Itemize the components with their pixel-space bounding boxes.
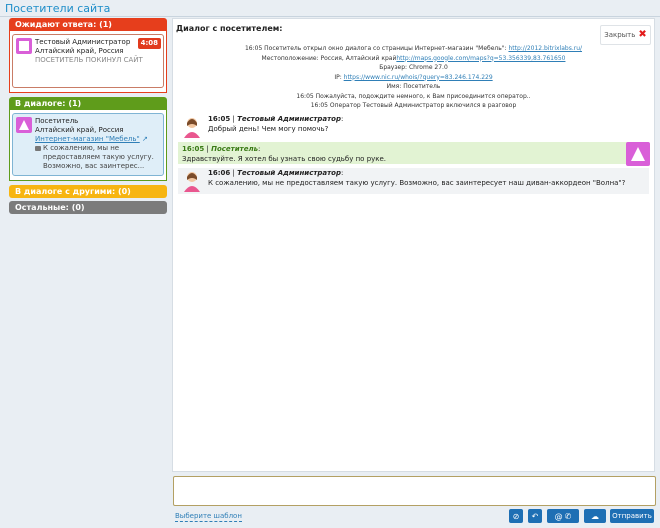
cloud-upload-icon: ☁ [591,511,599,521]
message-text: Добрый день! Чем могу помочь? [208,125,329,133]
group-header-rest[interactable]: Остальные: (0) [9,201,167,214]
group-label-waiting: Ожидают ответа: [15,20,97,29]
message-author: Посетитель [211,145,258,153]
card-snippet-text: К сожалению, мы не предоставляем такую у… [43,144,154,170]
chat-bubble-icon [35,146,41,151]
block-icon: ⊘ [512,511,520,521]
visitor-card-active[interactable]: Посетитель Алтайский край, Россия Интерн… [12,113,164,176]
page-title: Посетители сайта [5,2,111,15]
close-icon: ✖ [638,29,647,40]
visitor-avatar-triangle-icon [16,117,32,133]
group-label-in-dialog: В диалоге: [15,99,66,108]
card-site-link[interactable]: Интернет-магазин "Мебель" [35,135,140,143]
operator-avatar-icon [184,172,200,192]
message-author: Тестовый Администратор [237,115,342,123]
message-time: 16:05 [182,145,205,153]
upload-button[interactable]: ☁ [584,509,606,523]
card-visitor-name: Посетитель [35,117,79,125]
group-header-waiting[interactable]: Ожидают ответа: (1) [9,18,167,31]
send-button[interactable]: Отправить [610,509,654,523]
source-page-link[interactable]: http://2012.bitrixlabs.ru/ [508,45,582,52]
system-browser: Браузер: Chrome 27.0 [379,64,448,71]
system-text: IP: [334,73,344,81]
message-head: 16:05 | Тестовый Администратор: [208,115,344,123]
send-label: Отправить [612,512,652,520]
card-status: ПОСЕТИТЕЛЬ ПОКИНУЛ САЙТ [35,56,143,64]
group-header-others[interactable]: В диалоге с другими: (0) [9,185,167,198]
header-divider [0,16,660,17]
visitors-panel: Ожидают ответа: (1) 4:08 Тестовый Админи… [9,18,167,214]
choose-template-link[interactable]: Выберите шаблон [175,512,242,522]
visitor-avatar-triangle-icon [626,142,650,166]
whois-link[interactable]: https://www.nic.ru/whois/?query=83.246.1… [344,74,493,81]
message-text: К сожалению, мы не предоставляем такую у… [208,179,626,187]
group-body-in-dialog: Посетитель Алтайский край, Россия Интерн… [9,110,167,181]
close-label: Закрыть [604,31,636,39]
email-icon: @ [554,511,563,521]
system-text: 16:05 Посетитель открыл окно диалога со … [244,45,509,52]
contact-button[interactable]: @ ✆ [547,509,579,523]
operator-avatar-icon [184,118,200,138]
external-link-icon[interactable]: ↗ [142,135,148,143]
group-label-others: В диалоге с другими: [15,187,116,196]
dialog-title: Диалог с посетителем: [176,24,283,33]
message-text: Здравствуйте. Я хотел бы узнать свою суд… [182,155,387,163]
group-count-rest: (0) [71,203,85,212]
message-input[interactable] [173,476,656,506]
message-visitor: 16:05 | Посетитель: Здравствуйте. Я хоте… [178,142,650,166]
message-head: 16:05 | Посетитель: [182,145,261,153]
message-head: 16:06 | Тестовый Администратор: [208,169,344,177]
group-count-in-dialog: (1) [68,99,82,108]
undo-icon: ↶ [531,511,539,521]
dialog-panel: Диалог с посетителем: Закрыть ✖ 16:05 По… [172,18,655,472]
message-operator: 16:06 | Тестовый Администратор: К сожале… [178,168,649,194]
message-author: Тестовый Администратор [237,169,342,177]
close-dialog-button[interactable]: Закрыть ✖ [600,25,651,45]
visitor-card-waiting[interactable]: 4:08 Тестовый Администратор Алтайский кр… [12,34,164,88]
system-name: Имя: Посетитель [386,83,441,90]
phone-icon: ✆ [564,511,572,521]
message-operator: 16:05 | Тестовый Администратор: Добрый д… [178,114,649,140]
group-body-waiting: 4:08 Тестовый Администратор Алтайский кр… [9,31,167,93]
card-last-message: К сожалению, мы не предоставляем такую у… [35,144,159,171]
visitor-avatar-square-icon [16,38,32,54]
group-count-waiting: (1) [99,20,112,29]
undo-button[interactable]: ↶ [528,509,542,523]
message-time: 16:05 [208,115,231,123]
group-label-rest: Остальные: [15,203,69,212]
system-log: 16:05 Посетитель открыл окно диалога со … [173,44,654,111]
system-line: Местоположение: Россия, Алтайский крайht… [173,54,654,64]
system-line: 16:05 Посетитель открыл окно диалога со … [173,44,654,54]
map-link[interactable]: http://maps.google.com/maps?q=53.356339,… [396,55,565,62]
block-visitor-button[interactable]: ⊘ [509,509,523,523]
message-time: 16:06 [208,169,231,177]
group-count-others: (0) [117,187,131,196]
group-header-in-dialog[interactable]: В диалоге: (1) [9,97,167,110]
system-wait-note: 16:05 Пожалуйста, подождите немного, к В… [296,92,531,100]
wait-timer-badge: 4:08 [137,38,161,49]
system-line: IP: https://www.nic.ru/whois/?query=83.2… [173,73,654,83]
system-operator-joined: 16:05 Оператор Тестовый Администратор вк… [310,102,517,109]
card-region: Алтайский край, Россия [35,126,124,134]
system-text: Местоположение: Россия, Алтайский край [261,54,397,62]
